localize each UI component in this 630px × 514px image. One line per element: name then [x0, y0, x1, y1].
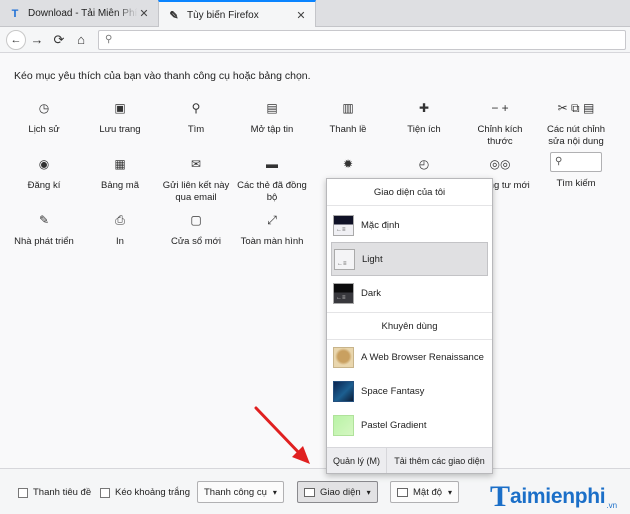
- history-icon: ◷: [38, 101, 50, 115]
- popup-footer: Quản lý (M) Tải thêm các giao diện: [327, 447, 492, 473]
- chevron-down-icon: ▾: [448, 487, 453, 497]
- sidebar-icon: ▥: [342, 101, 354, 115]
- palette-item-search[interactable]: ⚲ Tìm kiếm: [541, 152, 611, 190]
- theme-thumbnail: [333, 380, 354, 402]
- gear-icon: ✹: [342, 157, 354, 171]
- site-favicon-icon: T: [11, 7, 19, 20]
- chevron-down-icon: ▾: [366, 487, 371, 497]
- chevron-down-icon: ▾: [272, 487, 277, 497]
- palette-item-subscribe[interactable]: ◉ Đăng kí: [9, 158, 79, 192]
- annotation-arrow-icon: [254, 406, 310, 464]
- my-themes-heading: Giao diện của tôi: [327, 179, 492, 206]
- themes-icon: [304, 487, 315, 497]
- palette-item-sidebar[interactable]: ▥ Thanh lề: [313, 102, 383, 136]
- search-icon: ⚲: [555, 156, 563, 167]
- palette-item-add-ons[interactable]: ✚ Tiện ích: [389, 102, 459, 136]
- theme-default[interactable]: ←≡ Mặc định: [327, 208, 492, 242]
- open-file-icon: ▤: [266, 101, 278, 115]
- palette-item-open-file[interactable]: ▤ Mở tập tin: [237, 102, 307, 136]
- cut-copy-paste-icon: ✂ ⧉ ▤: [557, 101, 595, 115]
- home-button[interactable]: ⌂: [70, 29, 92, 51]
- url-bar[interactable]: ⚲: [98, 29, 626, 50]
- forget-history-icon: ◴: [418, 157, 430, 171]
- customize-icon: ✎: [169, 9, 179, 22]
- palette-item-print[interactable]: ⎙ In: [85, 214, 155, 248]
- theme-space-fantasy[interactable]: Space Fantasy: [327, 374, 492, 408]
- density-dropdown[interactable]: Mật độ ▾: [390, 481, 460, 503]
- checkbox-box[interactable]: [100, 487, 110, 498]
- density-icon: [397, 487, 408, 497]
- get-more-themes-button[interactable]: Tải thêm các giao diện: [387, 448, 492, 473]
- tab-label: Tùy biến Firefox: [187, 9, 259, 21]
- checkbox-box[interactable]: [18, 487, 28, 498]
- theme-renaissance[interactable]: A Web Browser Renaissance: [327, 340, 492, 374]
- theme-thumbnail: ←≡: [334, 248, 355, 270]
- save-page-icon: ▣: [114, 101, 126, 115]
- recommended-heading: Khuyên dùng: [327, 313, 492, 340]
- palette-item-encoding[interactable]: ▦ Bảng mã: [85, 158, 155, 192]
- tab-label: Download - Tải Miễn Phí VN - Ph: [28, 8, 138, 19]
- private-mask-icon: ◎◎: [489, 157, 511, 171]
- printer-icon: ⎙: [115, 213, 125, 227]
- rss-icon: ◉: [38, 157, 50, 171]
- forward-button[interactable]: →: [26, 29, 48, 51]
- tab-customize-firefox[interactable]: ✎ Tùy biến Firefox ✕: [158, 0, 316, 28]
- theme-thumbnail: [333, 414, 354, 436]
- palette-item-edit-controls[interactable]: ✂ ⧉ ▤ Các nút chỉnh sửa nội dung: [541, 102, 611, 148]
- synced-tabs-icon: ▬: [266, 157, 278, 171]
- palette-item-find[interactable]: ⚲ Tìm: [161, 102, 231, 136]
- palette-item-forget[interactable]: ◴: [389, 158, 459, 180]
- tab-download[interactable]: T Download - Tải Miễn Phí VN - Ph ✕: [0, 0, 158, 27]
- find-icon: ⚲: [191, 101, 201, 115]
- drag-space-checkbox[interactable]: Kéo khoảng trắng: [100, 487, 190, 498]
- encoding-icon: ▦: [114, 157, 126, 171]
- instructions-text: Kéo mục yêu thích của bạn vào thanh công…: [14, 70, 311, 82]
- puzzle-icon: ✚: [418, 101, 430, 115]
- theme-light[interactable]: ←≡ Light: [331, 242, 488, 276]
- theme-pastel-gradient[interactable]: Pastel Gradient: [327, 408, 492, 442]
- toolbars-dropdown[interactable]: Thanh công cụ ▾: [197, 481, 284, 503]
- search-widget: ⚲: [550, 152, 602, 172]
- palette-item-email-link[interactable]: ✉ Gửi liên kết này qua email: [161, 158, 231, 204]
- palette-item-customize[interactable]: ✹: [313, 158, 383, 180]
- back-button[interactable]: ←: [6, 29, 26, 50]
- zoom-controls-icon: − +: [491, 101, 509, 115]
- theme-thumbnail: [333, 346, 354, 368]
- navigation-toolbar: ← → ⟳ ⌂ ⚲: [0, 27, 630, 53]
- themes-popup: Giao diện của tôi ←≡ Mặc định ←≡ Light ←≡ D…: [326, 178, 493, 474]
- search-icon: ⚲: [105, 34, 113, 45]
- palette-item-zoom[interactable]: − + Chỉnh kích thước: [465, 102, 535, 148]
- reload-button[interactable]: ⟳: [48, 29, 70, 51]
- fullscreen-icon: ⤢: [267, 213, 277, 227]
- theme-dark[interactable]: ←≡ Dark: [327, 276, 492, 310]
- theme-thumbnail: ←≡: [333, 282, 354, 304]
- close-tab-icon[interactable]: ✕: [295, 9, 307, 22]
- new-window-icon: ▢: [190, 213, 202, 227]
- palette-item-synced-tabs[interactable]: ▬ Các thẻ đã đồng bộ: [237, 158, 307, 204]
- wrench-icon: ✎: [38, 213, 50, 227]
- manage-themes-button[interactable]: Quản lý (M): [327, 448, 387, 473]
- palette-item-save-page[interactable]: ▣ Lưu trang: [85, 102, 155, 136]
- taimienphi-logo: T aimienphi .vn: [490, 480, 618, 513]
- palette-item-new-window[interactable]: ▢ Cửa sổ mới: [161, 214, 231, 248]
- palette-item-history[interactable]: ◷ Lịch sử: [9, 102, 79, 136]
- email-icon: ✉: [190, 157, 202, 171]
- close-tab-icon[interactable]: ✕: [138, 7, 150, 20]
- palette-item-developer[interactable]: ✎ Nhà phát triển: [9, 214, 79, 248]
- theme-thumbnail: ←≡: [333, 214, 354, 236]
- title-bar-checkbox[interactable]: Thanh tiêu đề: [18, 487, 91, 498]
- tab-strip: T Download - Tải Miễn Phí VN - Ph ✕ ✎ Tù…: [0, 0, 630, 28]
- themes-dropdown[interactable]: Giao diện ▾: [297, 481, 378, 503]
- palette-item-fullscreen[interactable]: ⤢ Toàn màn hình: [237, 214, 307, 248]
